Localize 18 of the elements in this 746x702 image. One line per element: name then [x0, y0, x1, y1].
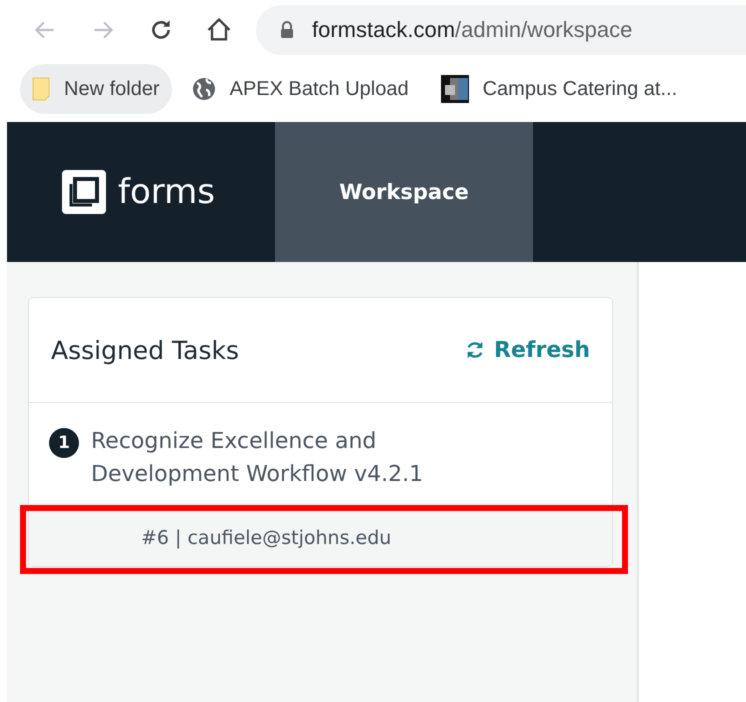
globe-icon — [192, 77, 216, 101]
task-item[interactable]: 1 Recognize Excellence and Development Workflow v4.2.1 — [29, 403, 612, 509]
logo-icon — [62, 170, 106, 214]
task-detail-row[interactable]: #6 | caufiele@stjohns.edu — [29, 509, 612, 566]
card-title: Assigned Tasks — [51, 336, 239, 364]
bookmark-item[interactable]: Campus Catering at... — [428, 64, 690, 114]
bookmark-item[interactable]: APEX Batch Upload — [180, 64, 421, 114]
address-bar[interactable]: formstack.com/admin/workspace — [256, 5, 746, 55]
site-icon — [440, 75, 469, 103]
task-name: Recognize Excellence and Development Workflow v4.2.1 — [91, 428, 424, 489]
forms-logo[interactable]: forms — [7, 122, 275, 262]
bookmark-item[interactable]: New folder — [20, 64, 172, 114]
count-badge: 1 — [49, 428, 79, 458]
lock-icon — [280, 21, 294, 39]
url-text: formstack.com/admin/workspace — [312, 17, 632, 43]
refresh-button[interactable]: Refresh — [464, 338, 590, 362]
workspace-tab[interactable]: Workspace — [275, 122, 533, 262]
folder-icon — [32, 77, 50, 101]
